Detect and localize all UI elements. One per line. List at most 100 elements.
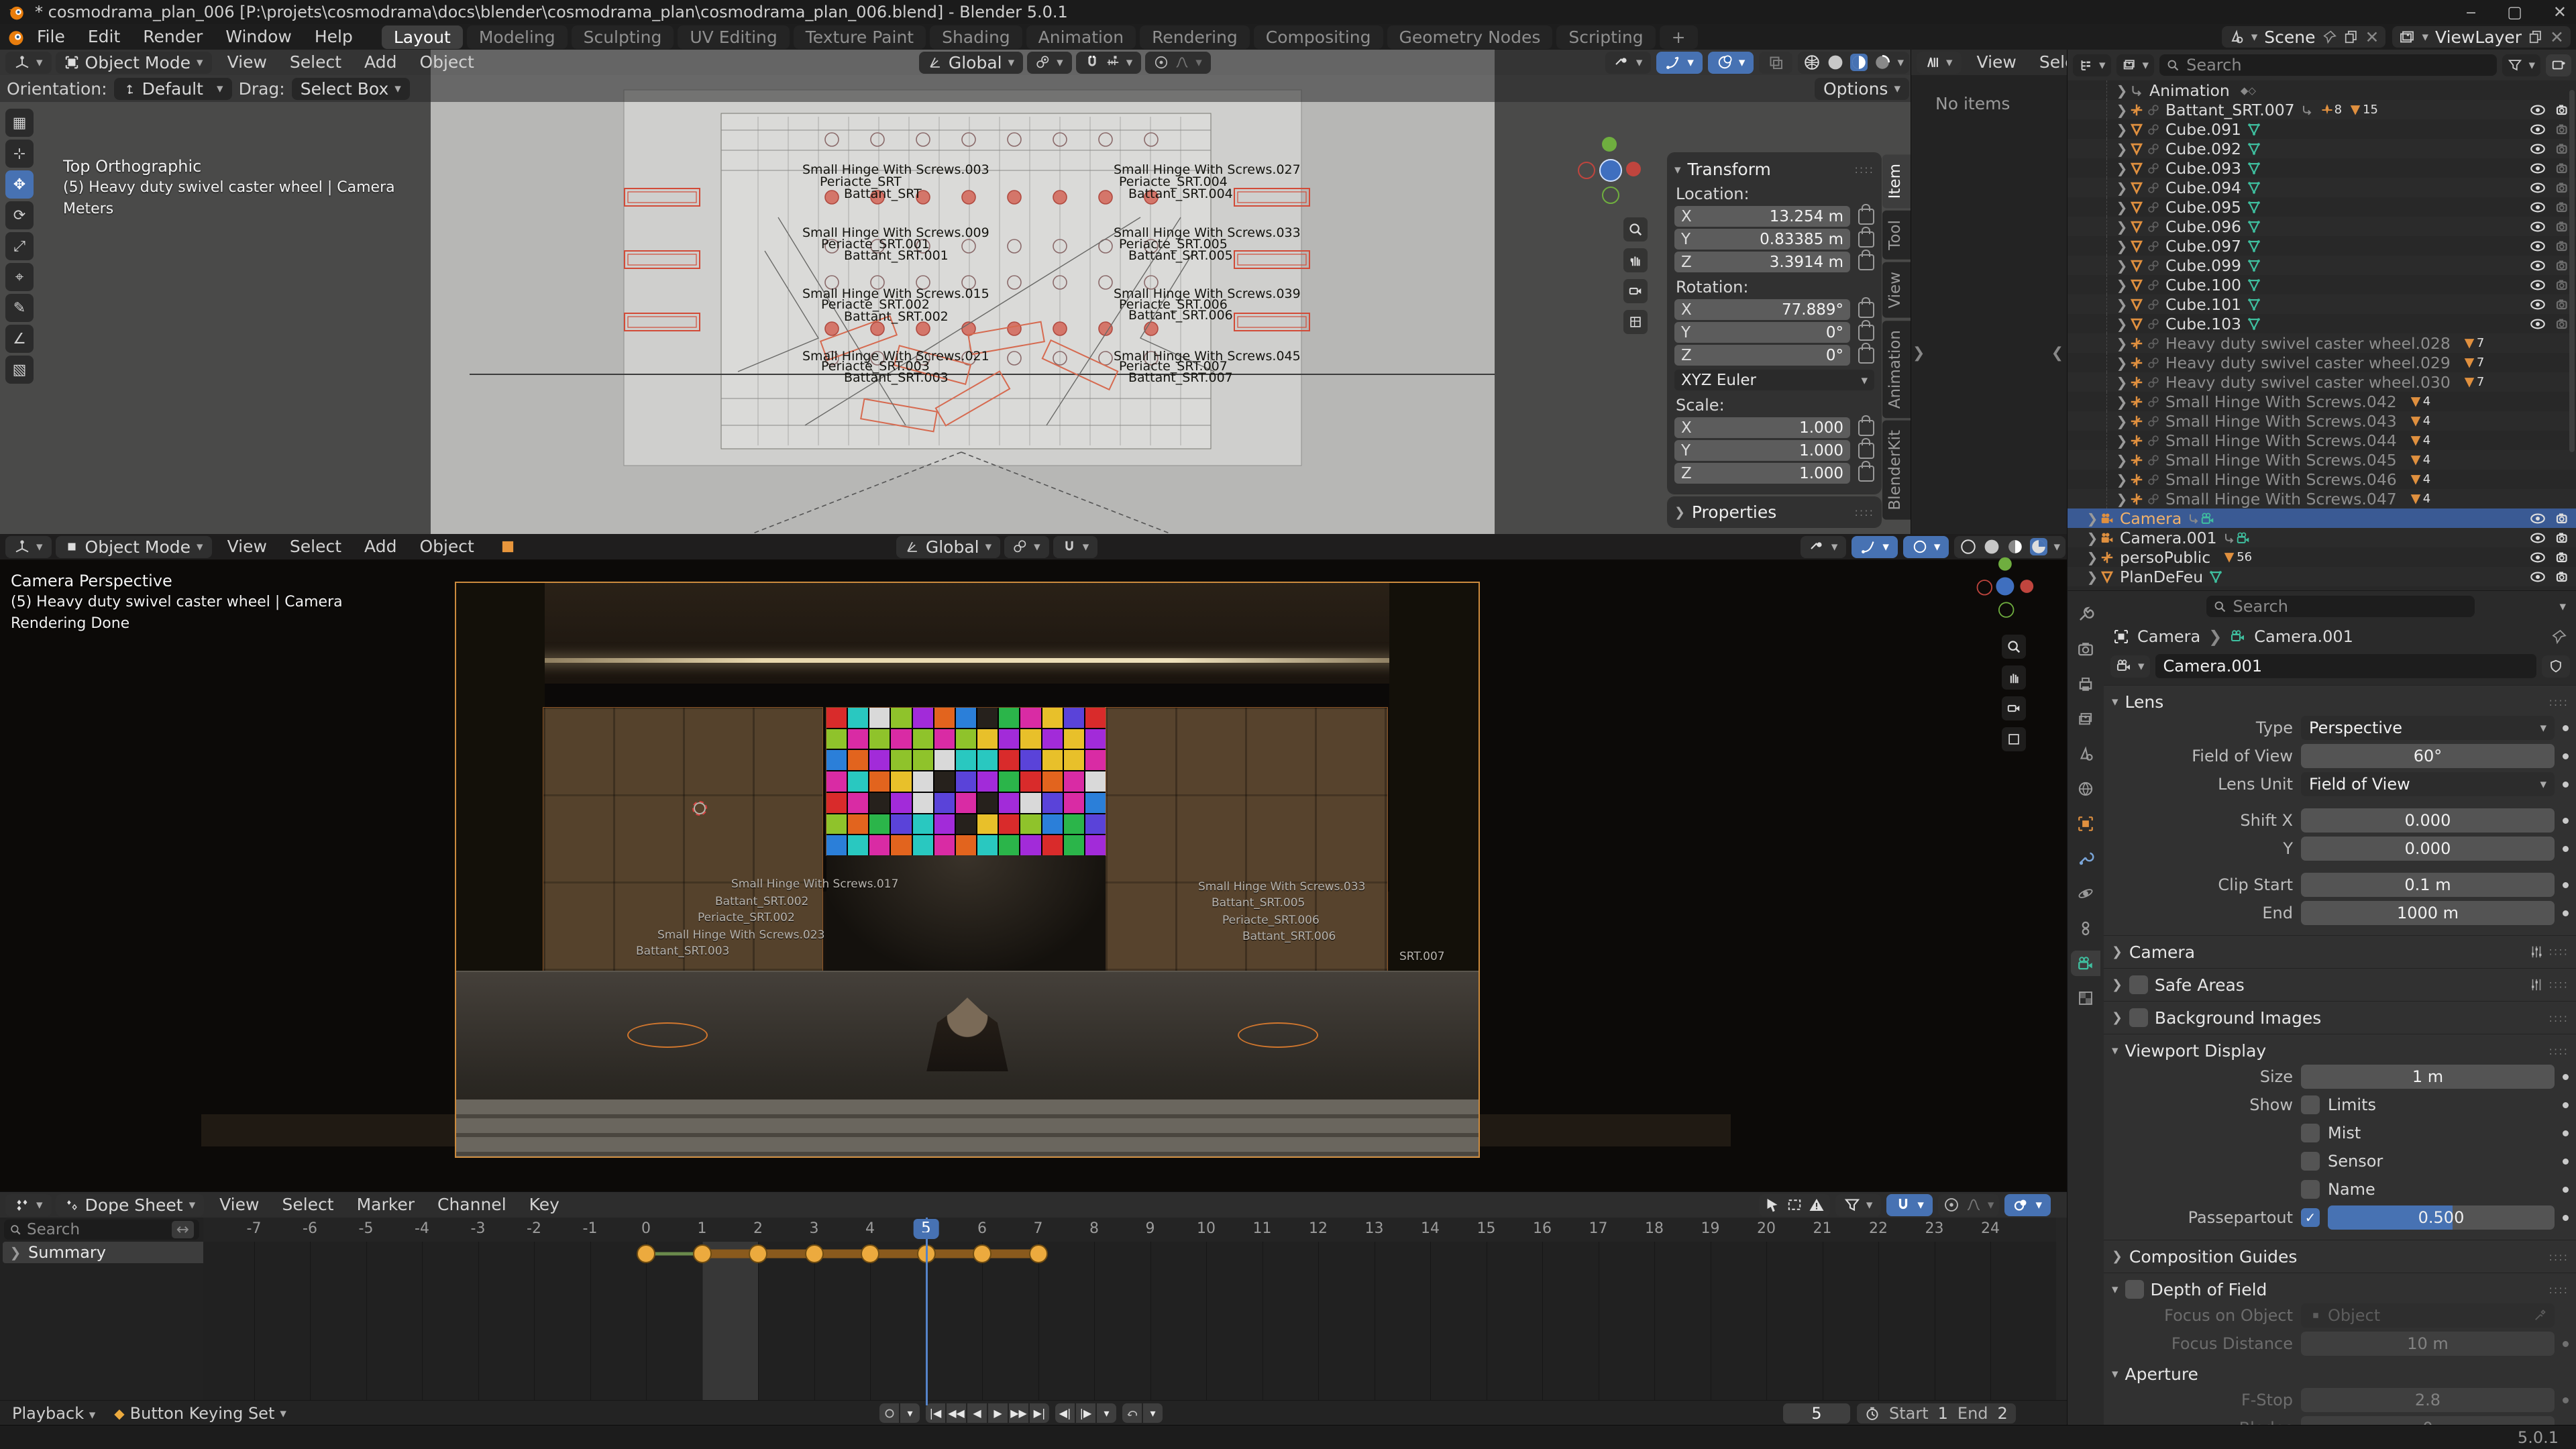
outliner-item-cube-100[interactable]: ❯ Cube.100 bbox=[2068, 275, 2576, 294]
sidebar-tab-tool[interactable]: Tool bbox=[1882, 211, 1911, 260]
outliner-item-camera[interactable]: ❯ Camera bbox=[2068, 508, 2576, 528]
disable-render-toggle[interactable] bbox=[2555, 511, 2571, 527]
outliner-display-mode[interactable]: ▾ bbox=[2073, 54, 2111, 76]
dope-sheet-mode-selector[interactable]: Dope Sheet ▾ bbox=[55, 1193, 205, 1216]
viewport-menu-view[interactable]: View bbox=[216, 534, 278, 559]
fov-field[interactable]: 60° bbox=[2301, 744, 2555, 768]
menu-render[interactable]: Render bbox=[131, 27, 214, 46]
properties-tab-object[interactable] bbox=[2071, 811, 2100, 837]
rendered-shading-icon[interactable] bbox=[2030, 538, 2048, 555]
scene-selector[interactable]: ▾ Scene ✕ bbox=[2221, 26, 2386, 48]
playback-menu[interactable]: Playback ▾ bbox=[12, 1404, 95, 1423]
hide-viewport-toggle[interactable] bbox=[2530, 141, 2546, 157]
expand-icon[interactable]: ❯ bbox=[2114, 121, 2129, 138]
properties-tab-texture[interactable] bbox=[2071, 985, 2100, 1011]
perspective-toggle-icon[interactable] bbox=[1623, 310, 1648, 334]
lock-icon[interactable] bbox=[1858, 437, 1874, 459]
animate-dot[interactable] bbox=[2563, 845, 2569, 852]
outliner-item-cube-101[interactable]: ❯ Cube.101 bbox=[2068, 294, 2576, 314]
axis-field[interactable]: Z 1.000 bbox=[1674, 463, 1850, 484]
expand-icon[interactable]: ❯ bbox=[2114, 141, 2129, 157]
hide-viewport-toggle[interactable] bbox=[2530, 297, 2546, 313]
expand-icon[interactable]: ❯ bbox=[2114, 199, 2129, 215]
axis-field[interactable]: X 1.000 bbox=[1674, 417, 1850, 438]
outliner-item-heavy-duty-swivel-caster-wheel-030[interactable]: ❯ Heavy duty swivel caster wheel.030 7 bbox=[2068, 372, 2576, 392]
dope-menu-key[interactable]: Key bbox=[518, 1192, 571, 1218]
hide-viewport-toggle[interactable] bbox=[2530, 316, 2546, 332]
animate-dot[interactable] bbox=[2563, 1102, 2569, 1108]
outliner-item-heavy-duty-swivel-caster-wheel-029[interactable]: ❯ Heavy duty swivel caster wheel.029 7 bbox=[2068, 353, 2576, 372]
expand-icon[interactable]: ❯ bbox=[2114, 102, 2129, 118]
expand-icon[interactable]: ❯ bbox=[2114, 83, 2129, 99]
focus-distance-field[interactable]: 10 m bbox=[2301, 1332, 2555, 1356]
spreadsheet-menu-view[interactable]: View bbox=[1966, 50, 2028, 75]
animate-dot[interactable] bbox=[2563, 753, 2569, 759]
lock-icon[interactable] bbox=[1858, 415, 1874, 436]
menu-window[interactable]: Window bbox=[214, 27, 303, 46]
display-size-field[interactable]: 1 m bbox=[2301, 1065, 2555, 1089]
channel-search[interactable]: Search ↔ bbox=[4, 1220, 199, 1240]
outliner-item-cube-091[interactable]: ❯ Cube.091 bbox=[2068, 119, 2576, 139]
collapse-icon[interactable]: ▾ bbox=[2112, 1282, 2118, 1297]
properties-tab-modifier[interactable] bbox=[2071, 846, 2100, 871]
dope-sheet-channel-area[interactable] bbox=[203, 1242, 2056, 1401]
collapse-icon[interactable]: ▾ bbox=[2112, 1043, 2118, 1058]
tool-move[interactable]: ✥ bbox=[5, 170, 34, 199]
show-errors-icon[interactable] bbox=[1809, 1197, 1825, 1213]
snap-settings-icon[interactable] bbox=[1106, 55, 1120, 70]
axis-y-handle[interactable] bbox=[1998, 557, 2012, 571]
blender-menu-icon[interactable] bbox=[7, 28, 25, 46]
data-name-field[interactable]: Camera.001 bbox=[2155, 654, 2536, 678]
box-select-icon[interactable] bbox=[1786, 1197, 1803, 1213]
show-overlays-toggle[interactable]: ▾ bbox=[1902, 535, 1949, 558]
expand-icon[interactable]: ❯ bbox=[2114, 355, 2129, 371]
viewport-menu-select[interactable]: Select bbox=[278, 534, 353, 559]
workspace-tab-scripting[interactable]: Scripting bbox=[1556, 25, 1656, 49]
lock-icon[interactable] bbox=[1858, 319, 1874, 341]
sidebar-tab-animation[interactable]: Animation bbox=[1882, 320, 1911, 418]
camera-view-icon[interactable] bbox=[2002, 696, 2026, 720]
close-button[interactable]: ✕ bbox=[2553, 3, 2567, 21]
pivot-point-selector[interactable]: ▾ bbox=[1004, 535, 1049, 558]
axis-x-neg-handle[interactable] bbox=[1976, 580, 1992, 596]
presets-icon[interactable] bbox=[2529, 945, 2544, 959]
axis-y-handle[interactable] bbox=[1602, 137, 1617, 152]
animate-dot[interactable] bbox=[2563, 1073, 2569, 1080]
expand-icon[interactable]: ❯ bbox=[2114, 297, 2129, 313]
play-reverse-button[interactable]: ◀ bbox=[967, 1403, 987, 1423]
properties-tab-render[interactable] bbox=[2071, 637, 2100, 662]
expand-icon[interactable]: ❯ bbox=[1674, 505, 1685, 520]
workspace-tab-modeling[interactable]: Modeling bbox=[466, 25, 568, 49]
material-preview-shading-icon[interactable] bbox=[2006, 538, 2024, 555]
hide-viewport-toggle[interactable] bbox=[2530, 530, 2546, 546]
axis-field[interactable]: X 13.254 m bbox=[1674, 206, 1850, 227]
outliner-item-battant-srt-007[interactable]: ❯ Battant_SRT.007 8 15 bbox=[2068, 100, 2576, 119]
expand-icon[interactable]: ❯ bbox=[2114, 394, 2129, 410]
filter-text-toggle[interactable]: ↔ bbox=[171, 1221, 194, 1238]
dof-checkbox[interactable] bbox=[2125, 1280, 2144, 1299]
panel-grip-icon[interactable]: :::: bbox=[1854, 506, 1874, 519]
zoom-icon[interactable] bbox=[1623, 217, 1648, 241]
workspace-tab-geometry-nodes[interactable]: Geometry Nodes bbox=[1387, 25, 1553, 49]
eyedropper-icon[interactable] bbox=[2533, 1309, 2546, 1322]
animate-dot[interactable] bbox=[2563, 817, 2569, 824]
mist-checkbox[interactable] bbox=[2301, 1124, 2320, 1142]
axis-x-neg-handle[interactable] bbox=[1578, 162, 1595, 179]
drag-dropdown[interactable]: Select Box ▾ bbox=[291, 77, 410, 100]
menu-help[interactable]: Help bbox=[303, 27, 364, 46]
outliner-item-plandefeu[interactable]: ❯ PlanDeFeu bbox=[2068, 567, 2576, 586]
outliner-item-small-hinge-with-screws-044[interactable]: ❯ Small Hinge With Screws.044 4 bbox=[2068, 431, 2576, 450]
outliner-filter-button[interactable]: ▾ bbox=[2502, 54, 2540, 76]
keyframe-4[interactable] bbox=[861, 1244, 879, 1263]
sync-mode-dropdown[interactable]: ▾ bbox=[900, 1403, 920, 1423]
tool-add-primitive[interactable]: ▧ bbox=[5, 356, 34, 384]
sync-mode-button[interactable] bbox=[879, 1403, 899, 1423]
expand-icon[interactable]: ❯ bbox=[8, 1244, 23, 1260]
hide-viewport-toggle[interactable] bbox=[2530, 277, 2546, 293]
wireframe-shading-icon[interactable] bbox=[1803, 54, 1821, 71]
dope-menu-marker[interactable]: Marker bbox=[345, 1192, 426, 1218]
properties-tab-tool[interactable] bbox=[2071, 602, 2100, 627]
breadcrumb-object[interactable]: Camera bbox=[2137, 627, 2200, 646]
lock-icon[interactable] bbox=[1858, 226, 1874, 248]
hide-viewport-toggle[interactable] bbox=[2530, 121, 2546, 138]
